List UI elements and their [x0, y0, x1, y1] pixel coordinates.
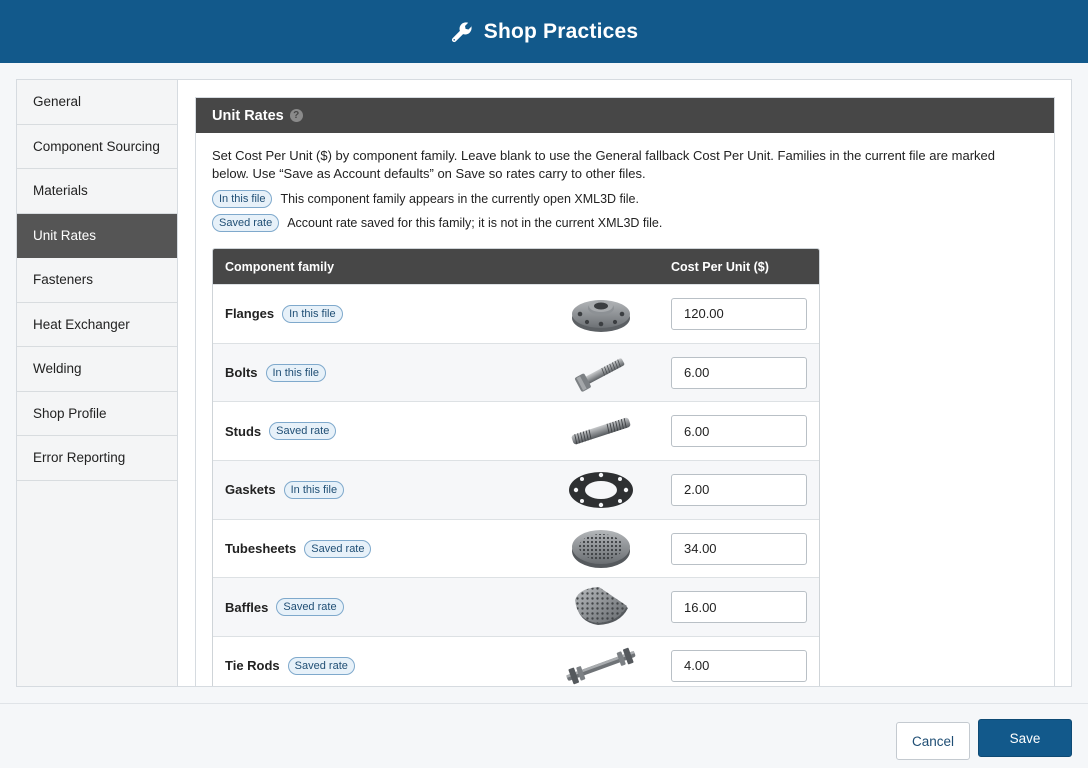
- column-header-cost: Cost Per Unit ($): [671, 259, 769, 274]
- sidebar-item-fasteners[interactable]: Fasteners: [17, 258, 177, 303]
- table-row: Studs Saved rate: [213, 401, 819, 461]
- sidebar-item-welding[interactable]: Welding: [17, 347, 177, 392]
- help-icon[interactable]: ?: [289, 109, 303, 122]
- tubesheet-image: [572, 529, 630, 568]
- table-row: Gaskets In this file: [213, 460, 819, 519]
- cancel-button[interactable]: Cancel: [896, 722, 970, 760]
- unit-rates-section: Unit Rates ? Set Cost Per Unit ($) by co…: [195, 97, 1055, 686]
- sidebar-item-materials[interactable]: Materials: [17, 169, 177, 214]
- settings-panel: General Component Sourcing Materials Uni…: [16, 79, 1072, 687]
- cost-per-unit-input[interactable]: [671, 532, 807, 565]
- cost-per-unit-input[interactable]: [671, 649, 807, 682]
- legend-text: This component family appears in the cur…: [280, 192, 639, 206]
- gasket-image: [569, 471, 633, 508]
- in-file-badge: In this file: [283, 480, 345, 499]
- in-file-badge: In this file: [282, 304, 343, 323]
- flange-image: [572, 299, 630, 332]
- stud-image: [571, 417, 631, 445]
- wrench-icon: [451, 21, 472, 42]
- legend-in-file: In this file This component family appea…: [212, 190, 1038, 208]
- table-row: Tubesheets Saved rate: [213, 518, 819, 578]
- table-row: Bolts In this file: [213, 342, 819, 402]
- section-header: Unit Rates ?: [196, 98, 1054, 133]
- footer-bar: Cancel Save: [0, 703, 1088, 768]
- page-title: Shop Practices: [483, 19, 639, 43]
- tie-rod-image: [566, 647, 636, 685]
- cost-per-unit-input[interactable]: [671, 356, 807, 389]
- sidebar-item-component-sourcing[interactable]: Component Sourcing: [17, 124, 177, 169]
- table-row: Tie Rods Saved rate: [213, 636, 819, 686]
- app-header: Shop Practices: [0, 0, 1088, 63]
- table-row: Baffles Saved rate: [213, 577, 819, 637]
- save-button[interactable]: Save: [978, 719, 1072, 757]
- in-file-badge: In this file: [212, 190, 273, 208]
- family-name: Flanges: [225, 306, 275, 322]
- family-name: Baffles: [225, 599, 269, 615]
- legend-saved-rate: Saved rate Account rate saved for this f…: [212, 214, 1038, 232]
- table-row: Flanges In this file: [213, 284, 819, 343]
- family-name: Tubesheets: [225, 541, 297, 557]
- legend-text: Account rate saved for this family; it i…: [287, 216, 663, 230]
- saved-rate-badge: Saved rate: [304, 539, 372, 558]
- section-title: Unit Rates: [212, 107, 284, 124]
- sidebar: General Component Sourcing Materials Uni…: [17, 80, 178, 686]
- family-name: Gaskets: [225, 482, 276, 498]
- sidebar-item-heat-exchanger[interactable]: Heat Exchanger: [17, 302, 177, 347]
- saved-rate-badge: Saved rate: [287, 656, 355, 675]
- cost-per-unit-input[interactable]: [671, 415, 807, 448]
- saved-rate-badge: Saved rate: [269, 422, 337, 441]
- cost-per-unit-input[interactable]: [671, 591, 807, 624]
- column-header-family: Component family: [225, 259, 335, 274]
- family-name: Tie Rods: [225, 658, 280, 674]
- cost-per-unit-input[interactable]: [671, 473, 807, 506]
- section-description: Set Cost Per Unit ($) by component famil…: [212, 148, 995, 181]
- saved-rate-badge: Saved rate: [276, 598, 344, 617]
- cost-per-unit-input[interactable]: [671, 297, 807, 330]
- bolt-image: [574, 357, 625, 392]
- family-name: Bolts: [225, 365, 258, 381]
- saved-rate-badge: Saved rate: [212, 214, 280, 232]
- sidebar-item-general[interactable]: General: [17, 80, 177, 125]
- baffle-image: [575, 587, 628, 626]
- in-file-badge: In this file: [265, 363, 326, 382]
- sidebar-item-shop-profile[interactable]: Shop Profile: [17, 391, 177, 436]
- table-header: Component family Cost Per Unit ($): [213, 249, 819, 284]
- sidebar-item-unit-rates[interactable]: Unit Rates: [17, 213, 177, 258]
- unit-rates-table: Component family Cost Per Unit ($) Flang…: [212, 248, 820, 686]
- family-name: Studs: [225, 423, 262, 439]
- sidebar-item-error-reporting[interactable]: Error Reporting: [17, 436, 177, 481]
